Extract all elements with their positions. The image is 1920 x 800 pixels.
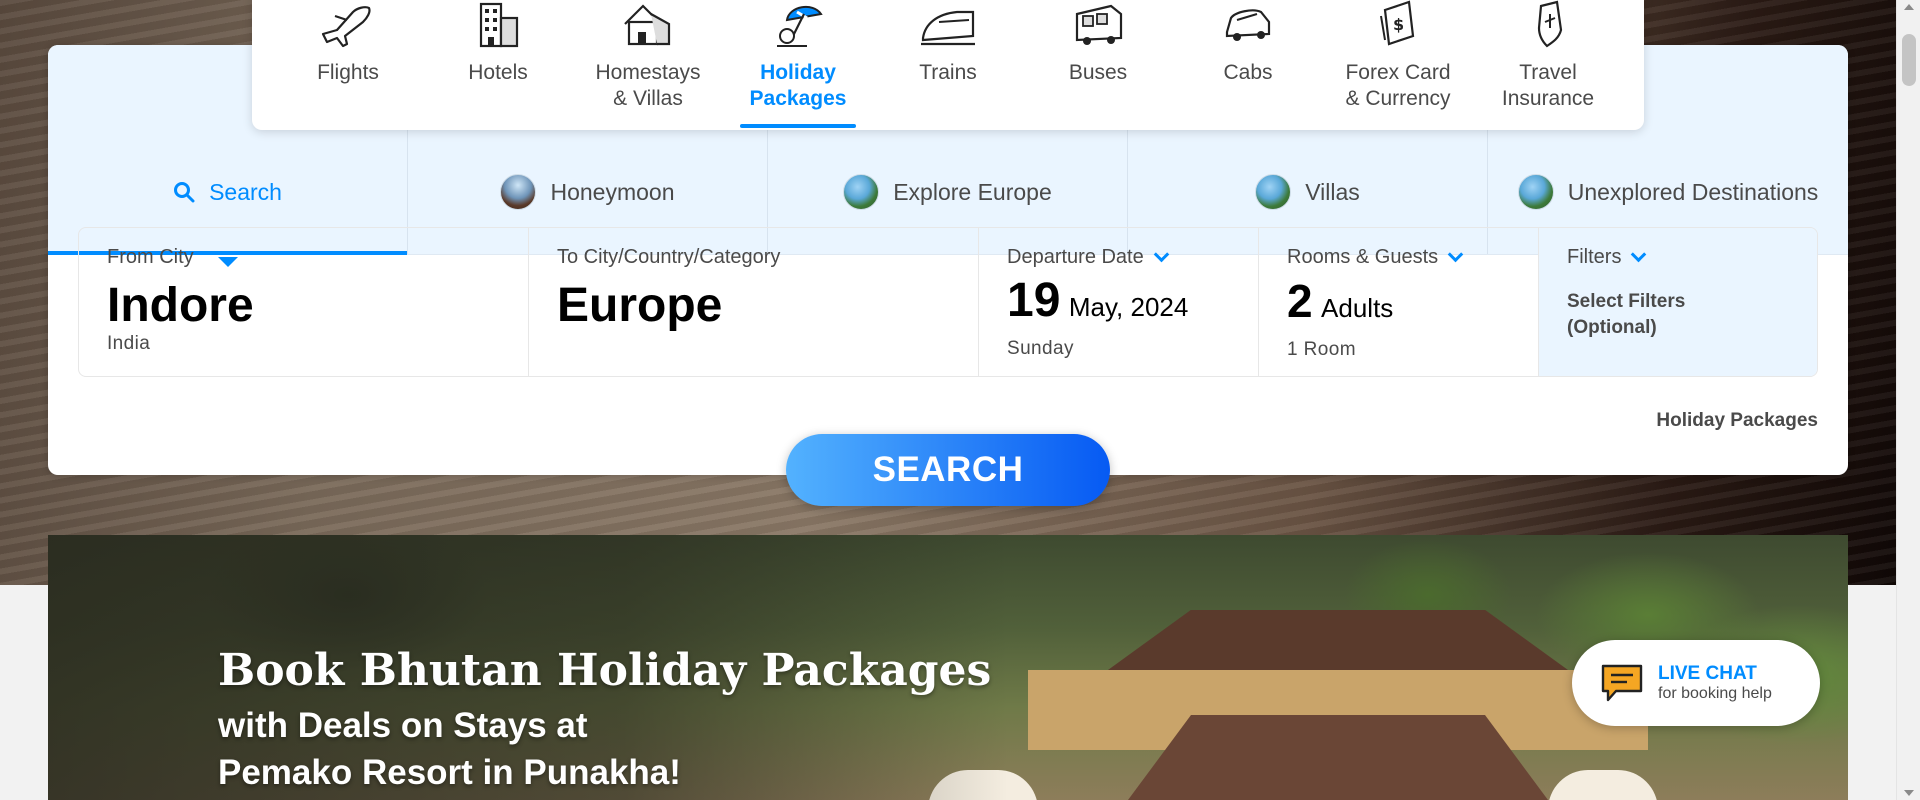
nav-item-buses[interactable]: Buses: [1036, 0, 1160, 130]
tab-label: Search: [209, 178, 282, 205]
to-destination-field[interactable]: To City/Country/Category Europe: [529, 228, 979, 376]
room-count: 1 Room: [1287, 339, 1356, 360]
live-chat-title: LIVE CHAT: [1658, 663, 1757, 684]
train-icon: [921, 10, 975, 46]
banner-subtitle-line: with Deals on Stays at: [218, 706, 588, 745]
nav-item-cabs[interactable]: Cabs: [1186, 0, 1310, 130]
nav-label: Homestays & Villas: [595, 61, 701, 110]
rooms-guests-field[interactable]: Rooms & Guests 2 Adults 1 Room: [1259, 228, 1539, 376]
tab-label: Explore Europe: [893, 178, 1052, 205]
nav-item-forex[interactable]: $ Forex Card & Currency: [1336, 0, 1460, 130]
chat-bubble-icon: [1601, 664, 1643, 702]
nav-item-holiday-packages[interactable]: Holiday Packages: [736, 0, 860, 130]
to-destination-label: To City/Country/Category: [557, 246, 781, 268]
nav-item-trains[interactable]: Trains: [886, 0, 1010, 130]
nav-label: Forex Card & Currency: [1345, 61, 1451, 110]
live-chat-subtitle: for booking help: [1658, 685, 1772, 702]
nav-label: Cabs: [1223, 61, 1273, 84]
nav-label: Holiday Packages: [749, 61, 847, 110]
rooms-guests-label: Rooms & Guests: [1287, 246, 1439, 268]
scroll-down-arrow-icon[interactable]: [1904, 790, 1914, 796]
forex-card-icon: $: [1380, 0, 1415, 46]
filters-placeholder: Select Filters (Optional): [1567, 291, 1686, 338]
bus-icon: [1075, 4, 1123, 45]
beach-thumbnail-icon: [843, 174, 880, 210]
tab-label: Honeymoon: [550, 178, 675, 205]
nav-label: Hotels: [468, 61, 528, 84]
search-icon: [174, 182, 195, 203]
car-icon: [1225, 9, 1271, 41]
from-city-label: From City: [107, 246, 194, 268]
departure-month-year: May, 2024: [1068, 292, 1189, 322]
search-fields: From City Indore India To City/Country/C…: [78, 227, 1818, 377]
nav-item-flights[interactable]: Flights: [286, 0, 410, 130]
from-country: India: [107, 333, 151, 354]
house-icon: [624, 4, 671, 46]
beach-thumbnail-icon: [1517, 174, 1554, 210]
beach-umbrella-icon: [777, 5, 823, 47]
banner-resort-roof-lower: [1128, 715, 1548, 800]
nav-item-homestays-villas[interactable]: Homestays & Villas: [586, 0, 710, 130]
chevron-down-icon: [1447, 246, 1464, 263]
departure-weekday: Sunday: [1007, 338, 1074, 359]
top-nav: Flights Hotels Homestays & Villas Holida…: [252, 0, 1644, 130]
live-chat-button[interactable]: LIVE CHAT for booking help: [1572, 640, 1820, 726]
guests-label: Adults: [1321, 293, 1394, 323]
svg-text:$: $: [1393, 15, 1404, 34]
nav-item-travel-insurance[interactable]: Travel Insurance: [1486, 0, 1610, 130]
from-city-field[interactable]: From City Indore India: [79, 228, 529, 376]
tab-label: Villas: [1305, 178, 1360, 205]
nav-item-hotels[interactable]: Hotels: [436, 0, 560, 130]
scroll-thumb[interactable]: [1902, 34, 1916, 86]
departure-date-label: Departure Date: [1007, 246, 1144, 268]
vertical-scrollbar[interactable]: [1896, 0, 1920, 800]
departure-day: 19: [1007, 274, 1061, 327]
chevron-down-icon: [1153, 246, 1170, 263]
tab-label: Unexplored Destinations: [1567, 178, 1819, 205]
nav-label: Buses: [1068, 61, 1128, 84]
nav-label: Flights: [317, 61, 379, 84]
insurance-shield-icon: [1537, 0, 1563, 48]
to-destination-value: Europe: [557, 279, 723, 332]
guest-count: 2: [1287, 275, 1313, 327]
from-city-value: Indore: [107, 279, 254, 332]
banner-subtitle-line: Pemako Resort in Punakha!: [218, 753, 681, 792]
nav-label: Trains: [919, 61, 977, 84]
scroll-up-arrow-icon[interactable]: [1904, 4, 1914, 10]
nav-label: Travel Insurance: [1501, 61, 1595, 110]
mountain-thumbnail-icon: [500, 174, 537, 210]
filters-field[interactable]: Filters Select Filters (Optional): [1539, 228, 1817, 376]
departure-date-field[interactable]: Departure Date 19 May, 2024 Sunday: [979, 228, 1259, 376]
hotel-building-icon: [479, 2, 519, 48]
card-tagline: Holiday Packages: [1656, 410, 1818, 431]
banner-subtitle: with Deals on Stays at Pemako Resort in …: [218, 702, 681, 796]
beach-thumbnail-icon: [1255, 174, 1292, 210]
filters-label: Filters: [1567, 246, 1622, 268]
banner-title: Book Bhutan Holiday Packages: [218, 645, 992, 696]
chevron-down-icon: [1631, 246, 1647, 263]
search-button[interactable]: SEARCH: [786, 434, 1110, 506]
airplane-icon: [321, 6, 371, 48]
